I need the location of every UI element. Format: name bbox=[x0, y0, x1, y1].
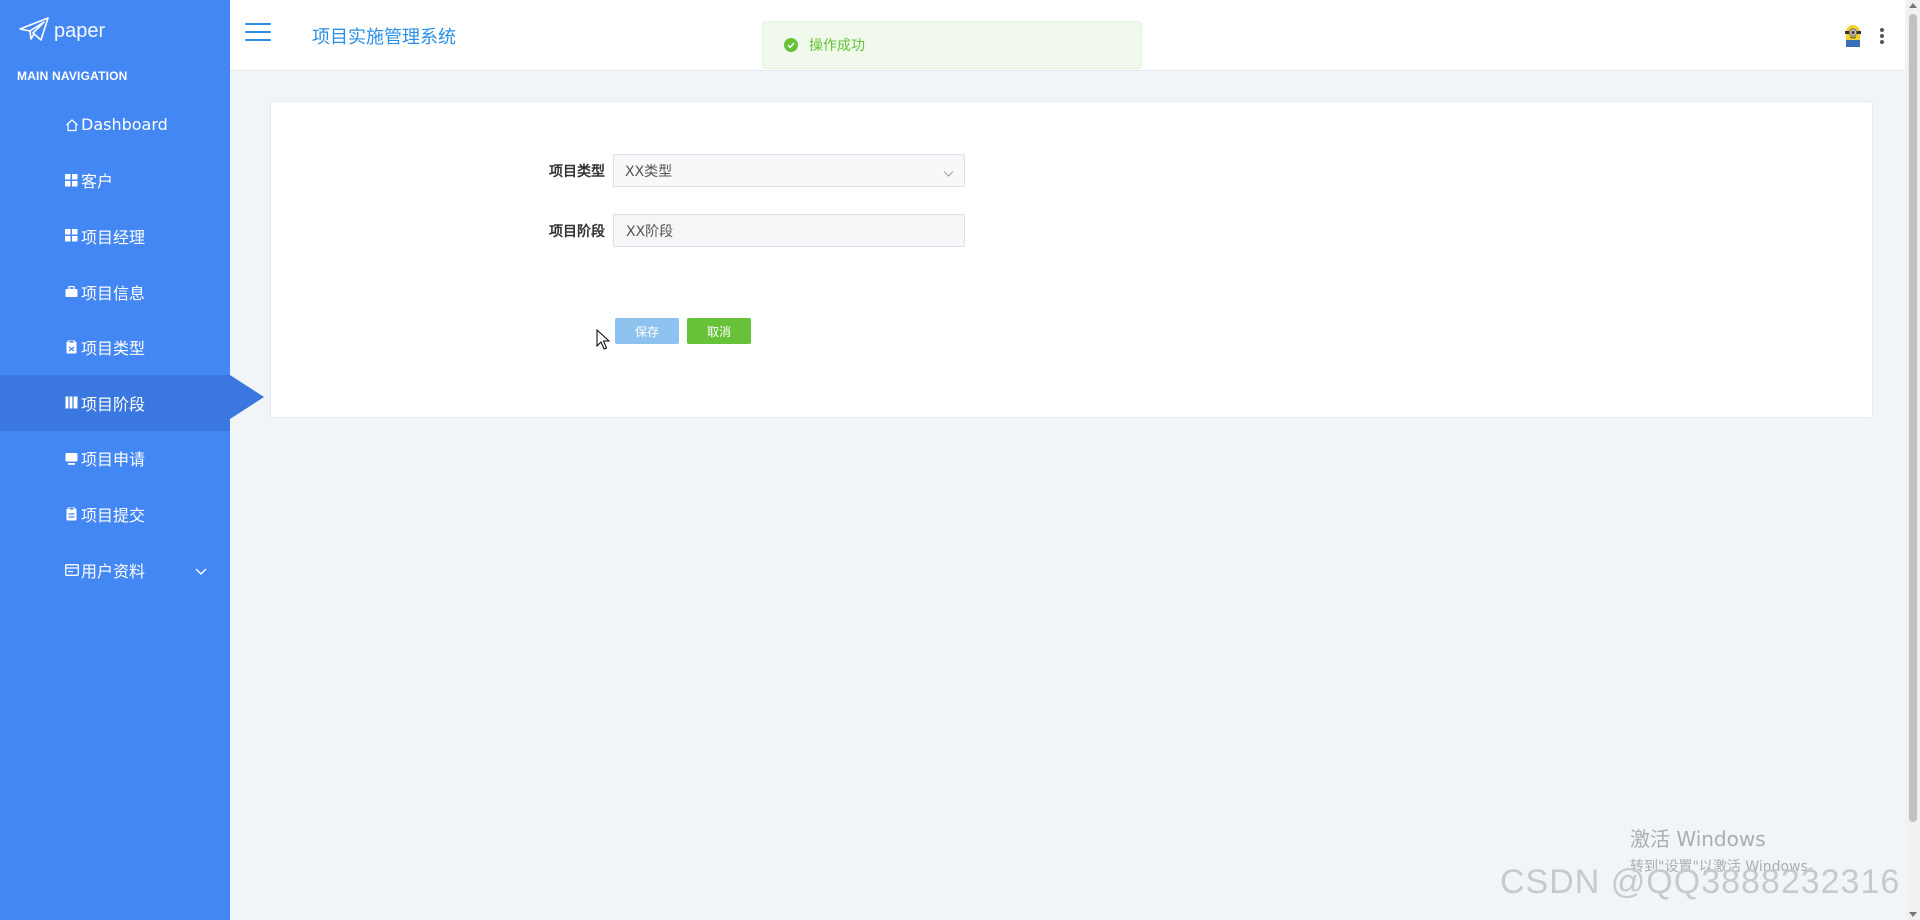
scroll-thumb[interactable] bbox=[1909, 14, 1917, 822]
sidebar-item-label: 客户 bbox=[81, 172, 114, 192]
csdn-watermark: CSDN @QQ3888232316 bbox=[1500, 863, 1901, 901]
scroll-up-icon[interactable] bbox=[1909, 3, 1917, 8]
project-stage-value: XX阶段 bbox=[626, 223, 674, 240]
paper-plane-icon bbox=[18, 16, 50, 46]
sidebar-item-project-stages[interactable]: 项目阶段 bbox=[0, 374, 264, 431]
project-type-value: XX类型 bbox=[625, 163, 673, 180]
sidebar-item-customers[interactable]: 客户 bbox=[0, 153, 230, 209]
sidebar-item-label: 用户资料 bbox=[81, 561, 146, 581]
sidebar-item-project-info[interactable]: 项目信息 bbox=[0, 264, 230, 320]
app-title: 项目实施管理系统 bbox=[312, 27, 456, 48]
vertical-scrollbar[interactable] bbox=[1906, 0, 1920, 920]
chevron-down-icon[interactable] bbox=[194, 563, 208, 582]
briefcase-icon bbox=[64, 284, 79, 299]
success-toast: 操作成功 bbox=[762, 21, 1142, 69]
grid-icon bbox=[64, 173, 79, 188]
mouse-cursor-icon bbox=[596, 328, 611, 355]
sidebar-item-dashboard[interactable]: Dashboard bbox=[0, 97, 230, 153]
sidebar-item-project-applications[interactable]: 项目申请 bbox=[0, 431, 230, 487]
sidebar-item-label: 项目经理 bbox=[81, 227, 146, 247]
sidebar-item-label: 项目申请 bbox=[81, 450, 146, 470]
sidebar-nav: Dashboard 客户 项目经理 项目信息 项目类型 项目阶段 项目申请 项目… bbox=[0, 97, 264, 598]
logo[interactable]: paper bbox=[18, 16, 105, 46]
project-type-row: 项目类型 XX类型 bbox=[545, 154, 965, 187]
nav-header: MAIN NAVIGATION bbox=[17, 69, 128, 83]
menu-toggle-icon[interactable] bbox=[245, 23, 271, 45]
toast-message: 操作成功 bbox=[809, 38, 865, 54]
logo-text: paper bbox=[54, 19, 106, 42]
windows-activation-title: 激活 Windows bbox=[1630, 827, 1766, 851]
sidebar: paper MAIN NAVIGATION Dashboard 客户 项目经理 … bbox=[0, 0, 264, 920]
sidebar-item-project-types[interactable]: 项目类型 bbox=[0, 319, 230, 375]
sidebar-item-label: 项目阶段 bbox=[81, 394, 146, 414]
clipboard-icon bbox=[64, 506, 79, 521]
clipboard-icon bbox=[64, 340, 79, 355]
sidebar-item-project-submissions[interactable]: 项目提交 bbox=[0, 486, 230, 542]
more-options-icon[interactable] bbox=[1879, 28, 1885, 44]
project-stage-label: 项目阶段 bbox=[549, 223, 605, 240]
sidebar-item-label: 项目提交 bbox=[81, 505, 146, 525]
avatar[interactable] bbox=[1839, 22, 1867, 50]
book-icon bbox=[64, 395, 79, 410]
sidebar-item-label: 项目类型 bbox=[81, 339, 146, 359]
monitor-icon bbox=[64, 451, 79, 466]
project-type-select[interactable]: XX类型 bbox=[613, 154, 965, 187]
project-stage-row: 项目阶段 XX阶段 bbox=[545, 214, 965, 247]
check-circle-icon bbox=[784, 38, 798, 52]
cancel-button[interactable]: 取消 bbox=[687, 318, 751, 344]
project-type-label: 项目类型 bbox=[549, 163, 605, 180]
save-button[interactable]: 保存 bbox=[615, 318, 679, 344]
project-stage-input[interactable]: XX阶段 bbox=[613, 214, 965, 247]
grid-icon bbox=[64, 228, 79, 243]
sidebar-item-label: 项目信息 bbox=[81, 283, 146, 303]
id-card-icon bbox=[64, 562, 79, 577]
scroll-down-icon[interactable] bbox=[1909, 912, 1917, 917]
home-icon bbox=[64, 117, 79, 132]
sidebar-item-project-managers[interactable]: 项目经理 bbox=[0, 208, 230, 264]
sidebar-item-label: Dashboard bbox=[81, 115, 168, 135]
sidebar-item-user-profile[interactable]: 用户资料 bbox=[0, 542, 230, 598]
chevron-down-icon bbox=[943, 166, 954, 182]
form-card: 项目类型 XX类型 项目阶段 XX阶段 bbox=[270, 101, 1873, 418]
